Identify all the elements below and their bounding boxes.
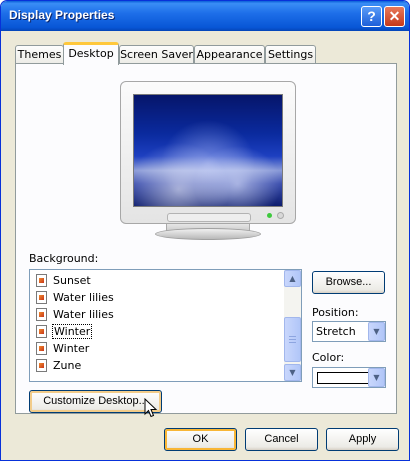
grip-line [289,339,296,340]
background-label: Background: [29,252,99,265]
position-select[interactable]: Stretch ▼ [312,321,386,342]
ok-button[interactable]: OK [164,428,237,451]
grip-line [289,342,296,343]
list-item[interactable]: Winter [36,340,90,357]
scroll-down-button[interactable]: ▼ [284,364,301,381]
color-swatch [317,372,369,384]
customize-desktop-button[interactable]: Customize Desktop... [29,390,162,413]
close-button[interactable]: ✕ [384,6,405,27]
vertical-scrollbar[interactable]: ▲ ▼ [284,270,301,381]
grip-line [289,336,296,337]
list-item[interactable]: Sunset [36,272,92,289]
image-file-icon [36,342,47,355]
browse-button[interactable]: Browse... [312,271,385,294]
list-item-label: Winter [53,342,90,355]
list-item-selected[interactable]: Winter [36,323,93,340]
tab-themes[interactable]: Themes [15,45,64,64]
desktop-tab-panel: Background: Sunset Water lilies Water li… [15,63,397,414]
display-properties-window: Display Properties ? ✕ Themes Desktop Sc… [0,0,410,461]
apply-button[interactable]: Apply [326,428,399,451]
cancel-button[interactable]: Cancel [245,428,318,451]
chevron-down-icon[interactable]: ▼ [368,368,385,387]
monitor-slot [167,213,251,222]
list-item-label: Water lilies [53,291,114,304]
background-listbox[interactable]: Sunset Water lilies Water lilies Winter … [29,269,302,382]
mouse-pointer-icon [144,398,158,418]
help-button[interactable]: ? [361,6,382,27]
scroll-thumb[interactable] [284,317,301,362]
power-button-icon [277,212,284,219]
list-item[interactable]: Water lilies [36,306,115,323]
list-item[interactable]: Water lilies [36,289,115,306]
image-file-icon [36,274,47,287]
image-file-icon [36,359,47,372]
tab-settings[interactable]: Settings [265,45,316,64]
position-label: Position: [312,306,359,319]
tab-screen-saver[interactable]: Screen Saver [119,45,194,64]
list-item-label: Water lilies [53,308,114,321]
title-bar[interactable]: Display Properties ? ✕ [1,1,409,31]
list-item-label: Winter [52,324,93,339]
list-item-label: Zune [53,359,82,372]
position-value: Stretch [316,325,356,338]
image-file-icon [36,325,47,338]
power-led-icon [267,213,272,218]
chevron-down-icon[interactable]: ▼ [368,322,385,341]
monitor-stand-base [155,228,261,240]
tab-appearance[interactable]: Appearance [194,45,265,64]
wallpaper-preview-image [133,94,283,207]
image-file-icon [36,308,47,321]
image-file-icon [36,291,47,304]
tab-desktop[interactable]: Desktop [63,42,119,65]
monitor-preview [120,81,296,224]
color-picker[interactable]: ▼ [312,367,386,388]
list-item[interactable]: Zune [36,357,82,374]
list-item-label: Sunset [53,274,91,287]
color-label: Color: [312,351,345,364]
window-title: Display Properties [9,8,115,22]
scroll-up-button[interactable]: ▲ [284,270,301,287]
